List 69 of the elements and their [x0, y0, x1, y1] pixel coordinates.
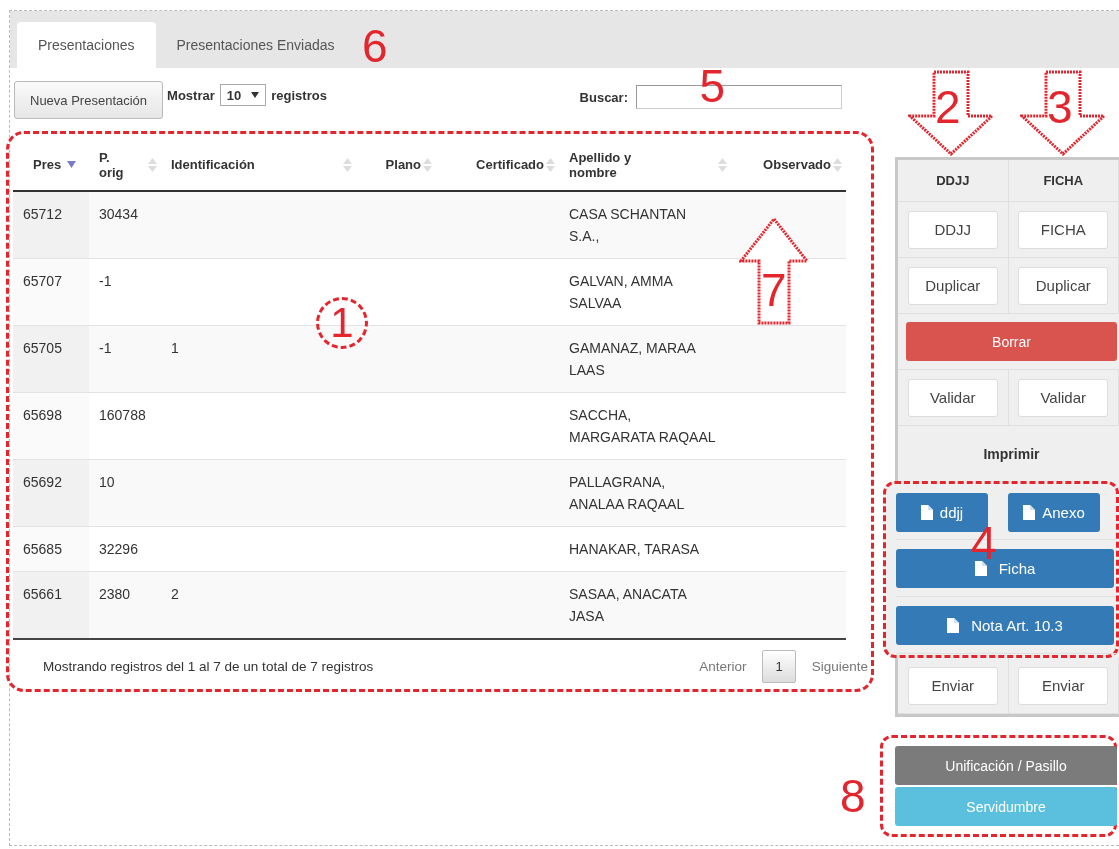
show-label: Mostrar — [167, 87, 215, 103]
table-cell: 65712 — [23, 206, 62, 222]
arrow-down-icon — [908, 70, 994, 156]
callout-number: 7 — [761, 267, 787, 313]
table-cell: 10 — [99, 474, 115, 490]
page-size-dropdown[interactable]: 10 — [219, 84, 267, 106]
table-cell-text: GALVAN, AMMA SALVAA — [569, 272, 674, 313]
table-cell-text: GAMANAZ, MARAA LAAS — [569, 339, 697, 380]
column-header[interactable]: Identificación — [171, 157, 255, 172]
section-heading: Imprimir — [983, 445, 1040, 462]
table-cell: 2 — [171, 586, 179, 602]
circled-number: 1 — [316, 297, 368, 349]
table-cell: -1 — [99, 273, 112, 289]
tab[interactable]: Presentaciones Enviadas — [155, 22, 356, 68]
file-icon — [1023, 504, 1036, 520]
column-header[interactable]: Pres — [33, 157, 62, 172]
next-link[interactable]: Siguiente — [811, 659, 868, 674]
table-cell: 65707 — [23, 273, 62, 289]
action-button[interactable]: Unificación / Pasillo — [895, 746, 1117, 785]
action-button[interactable]: FICHA — [1018, 210, 1109, 249]
arrow-down-icon — [1020, 70, 1106, 156]
table-cell: 65698 — [23, 407, 62, 423]
callout-number: 2 — [935, 84, 961, 130]
file-icon — [920, 504, 933, 520]
table-cell: 65692 — [23, 474, 62, 490]
callout-number: 6 — [362, 23, 388, 69]
column-header[interactable]: Apellido y nombre — [569, 149, 659, 180]
previous-link[interactable]: Anterior — [699, 659, 747, 674]
file-icon — [947, 617, 960, 633]
search-label: Buscar: — [579, 89, 628, 105]
callout-number: 3 — [1047, 84, 1073, 130]
print-button[interactable]: Anexo — [1008, 492, 1100, 532]
table-cell: 65685 — [23, 541, 62, 557]
table-cell-text: SASAA, ANACATA JASA — [569, 585, 688, 626]
records-label: registros — [271, 87, 327, 103]
table-cell: 160788 — [99, 407, 146, 423]
column-header: FICHA — [1043, 173, 1084, 188]
column-header[interactable]: P. orig — [99, 149, 129, 180]
action-button[interactable]: Validar — [907, 378, 998, 417]
tab[interactable]: Presentaciones — [17, 22, 156, 68]
caret-icon — [251, 92, 260, 98]
records-info: Mostrando registros del 1 al 7 de un total de 7 registros — [43, 659, 374, 674]
print-button[interactable]: Nota Art. 10.3 — [896, 605, 1114, 645]
table-cell-text: SACCHA, MARGARATA RAQAAL — [569, 406, 717, 447]
column-header[interactable]: Observado — [763, 157, 831, 172]
table-cell: 65705 — [23, 340, 62, 356]
column-header[interactable]: Plano — [385, 157, 421, 172]
table-cell: 1 — [171, 340, 179, 356]
action-button[interactable]: Duplicar — [1018, 266, 1109, 305]
action-button[interactable]: Duplicar — [907, 266, 998, 305]
column-header[interactable]: Certificado — [476, 157, 544, 172]
new-presentation-button[interactable]: Nueva Presentación — [14, 81, 164, 119]
action-button[interactable]: Enviar — [907, 666, 998, 705]
table-cell: 65661 — [23, 586, 62, 602]
page-button[interactable]: 1 — [762, 650, 796, 683]
column-header: DDJJ — [936, 173, 970, 188]
callout-number: 8 — [840, 773, 866, 819]
action-button[interactable]: DDJJ — [907, 210, 998, 249]
delete-button[interactable]: Borrar — [906, 322, 1117, 361]
callout-number: 5 — [699, 63, 726, 109]
table-cell: 30434 — [99, 206, 138, 222]
table-cell-text: CASA SCHANTAN S.A., — [569, 205, 688, 246]
table-cell: 32296 — [99, 541, 138, 557]
table-cell: -1 — [99, 340, 112, 356]
table-cell: 2380 — [99, 586, 131, 602]
action-button[interactable]: Enviar — [1018, 666, 1109, 705]
table-cell-text: HANAKAR, TARASA — [569, 540, 701, 559]
table-cell-text: PALLAGRANA, ANALAA RAQAAL — [569, 473, 686, 514]
action-button[interactable]: Validar — [1018, 378, 1109, 417]
